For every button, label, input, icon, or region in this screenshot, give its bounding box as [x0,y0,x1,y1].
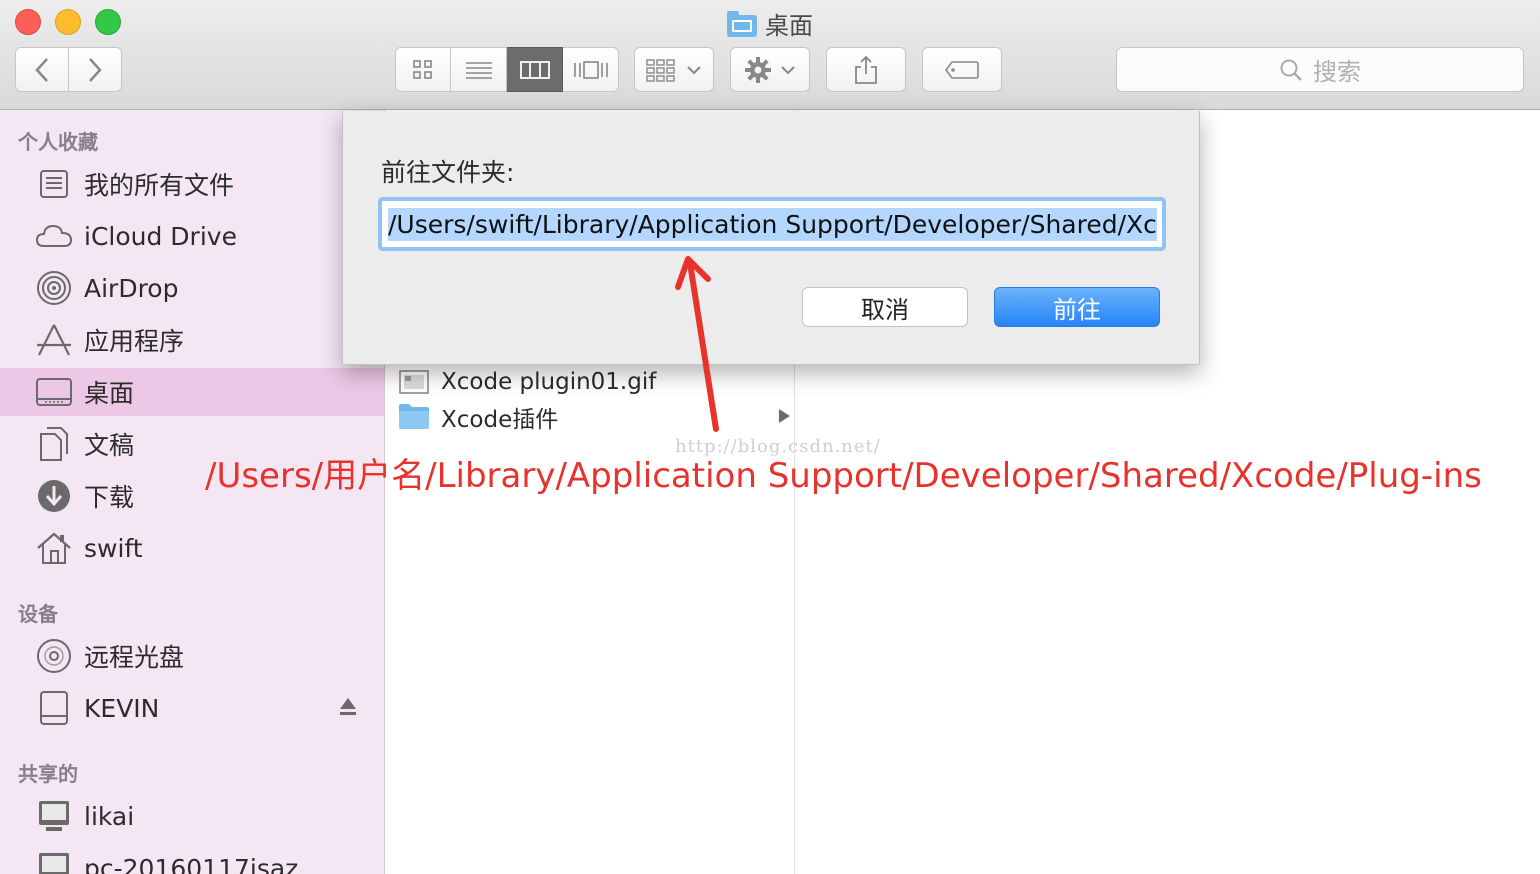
documents-icon [34,426,74,462]
annotation-arrow [675,256,719,432]
grid-icon [413,59,432,79]
sidebar-item-label: iCloud Drive [84,221,237,251]
list-icon [465,61,492,79]
sidebar-item-label: pc-20160117isaz [84,853,299,874]
home-icon [34,530,74,566]
sidebar-item-pc[interactable]: pc-20160117isaz [0,844,384,874]
sidebar-item-all-my-files[interactable]: 我的所有文件 [0,160,384,208]
column-view-button[interactable] [507,47,563,92]
tag-button[interactable] [922,47,1002,92]
folder-icon [727,11,757,37]
file-name: Xcode plugin01.gif [441,369,657,395]
action-button[interactable] [730,47,810,92]
gif-file-icon [398,367,430,401]
sidebar-item-label: 桌面 [84,379,135,408]
sidebar-item-icloud-drive[interactable]: iCloud Drive [0,212,384,260]
cloud-icon [34,218,74,254]
sidebar-header-shared: 共享的 [18,762,78,786]
sidebar-item-airdrop[interactable]: AirDrop [0,264,384,312]
sidebar-item-label: AirDrop [84,273,179,303]
search-icon [1280,59,1302,81]
disc-icon [34,638,74,674]
search-field[interactable]: 搜索 [1116,47,1524,92]
arrange-button[interactable] [634,47,714,92]
toolbar: 桌面 搜索 [0,0,1540,110]
go-to-folder-dialog: 前往文件夹: /Users/swift/Library/Application … [342,111,1200,365]
view-mode-control [395,47,619,92]
chevron-left-icon [35,57,48,82]
sidebar-item-label: KEVIN [84,693,160,723]
sidebar-item-label: swift [84,533,143,563]
computer-icon [34,798,74,834]
computer-icon [34,850,74,874]
finder-window: 桌面 搜索 个人收藏 我的所有文件 iCloud Drive AirDrop 应… [0,0,1540,874]
all-files-icon [34,166,74,202]
sidebar-item-likai[interactable]: likai [0,792,384,840]
dialog-label: 前往文件夹: [381,158,515,187]
chevron-right-icon [89,57,102,82]
cancel-button[interactable]: 取消 [802,287,968,327]
cover-flow-icon [573,60,608,79]
sidebar-item-applications[interactable]: 应用程序 [0,316,384,364]
arrange-grid-icon [646,58,675,82]
icon-view-button[interactable] [395,47,451,92]
folder-name: Xcode插件 [441,407,559,433]
search-placeholder: 搜索 [1313,58,1361,86]
sidebar-item-label: likai [84,801,135,831]
sidebar-item-label: 我的所有文件 [84,171,235,200]
back-button[interactable] [15,47,69,92]
cover-flow-button[interactable] [563,47,619,92]
sidebar-header-favorites: 个人收藏 [18,130,98,154]
forward-button[interactable] [68,47,122,92]
sidebar-item-kevin[interactable]: KEVIN [0,684,384,732]
sidebar-header-devices: 设备 [18,602,58,626]
disclosure-triangle-icon [779,409,790,423]
tag-icon [945,60,979,79]
list-view-button[interactable] [451,47,507,92]
go-button[interactable]: 前往 [994,287,1160,327]
download-icon [34,478,74,514]
folder-icon [398,402,430,434]
sidebar-item-home[interactable]: swift [0,524,384,572]
sidebar-item-label: 下载 [84,483,135,512]
share-button[interactable] [826,47,906,92]
sidebar-item-label: 文稿 [84,431,135,460]
chevron-down-icon [687,65,701,74]
sidebar-item-label: 应用程序 [84,327,185,356]
drive-icon [34,690,74,726]
columns-icon [519,60,550,79]
sidebar-item-desktop[interactable]: 桌面 [0,368,384,416]
airdrop-icon [34,270,74,306]
desktop-icon [34,374,74,410]
eject-icon[interactable] [339,696,357,718]
annotation-path-text: /Users/用户名/Library/Application Support/D… [205,456,1482,496]
chevron-down-icon [781,65,795,74]
share-icon [855,55,877,84]
window-title: 桌面 [0,6,1540,41]
folder-path-input[interactable]: /Users/swift/Library/Application Support… [378,197,1166,251]
applications-icon [34,322,74,358]
sidebar-item-remote-disc[interactable]: 远程光盘 [0,632,384,680]
window-title-text: 桌面 [765,12,813,40]
gear-icon [745,56,771,83]
selected-path-text: /Users/swift/Library/Application Support… [388,207,1157,241]
sidebar-item-label: 远程光盘 [84,643,185,672]
